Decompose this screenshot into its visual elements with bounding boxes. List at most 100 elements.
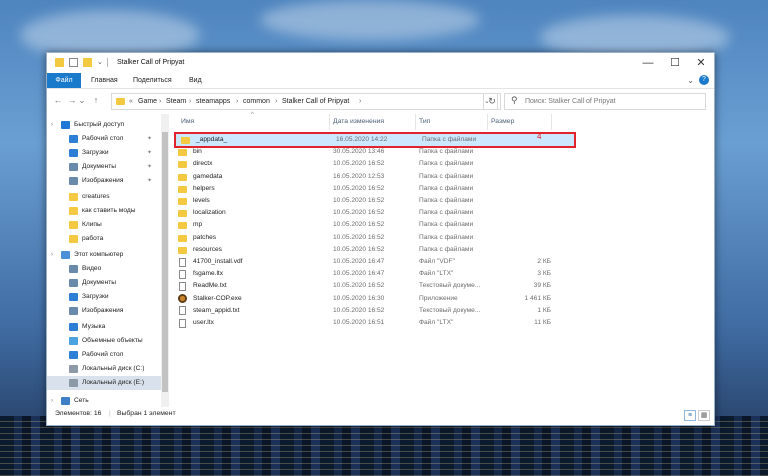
sidebar-item[interactable]: работа (47, 232, 161, 246)
file-row[interactable]: 41700_install.vdf 10.05.2020 16:47 Файл "V… (173, 256, 577, 268)
file-row[interactable]: _appdata_ 16.05.2020 14:22 Папка с файлами (174, 131, 576, 149)
sidebar-item[interactable]: Изображения (47, 304, 161, 318)
recent-locations-button[interactable]: ⌄ (78, 93, 86, 107)
column-header-date[interactable]: Дата изменения (329, 114, 416, 130)
folder-icon (178, 198, 187, 205)
properties-icon[interactable] (69, 58, 78, 67)
overflow-chevron-icon[interactable]: « (129, 94, 133, 109)
tab-view[interactable]: Вид (189, 73, 202, 88)
file-row[interactable]: patches 10.05.2020 16:52 Папка с файлами (173, 232, 577, 244)
sidebar-item[interactable]: Видео (47, 262, 161, 276)
file-row[interactable]: localization 10.05.2020 16:52 Папка с файл… (173, 207, 577, 219)
column-header-type[interactable]: Тип (415, 114, 488, 130)
minimize-button[interactable]: — (634, 53, 662, 73)
details-view-icon[interactable]: ≡ (684, 410, 696, 421)
up-button[interactable]: ↑ (89, 93, 103, 107)
file-row[interactable]: steam_appid.txt 10.05.2020 16:52 Текстовый… (173, 305, 577, 317)
sidebar-item[interactable]: Документы (47, 276, 161, 290)
customize-toolbar-icon[interactable]: ⌄ (97, 58, 106, 67)
file-row[interactable]: user.ltx 10.05.2020 16:51 Файл "LTX" 11 КБ (173, 317, 577, 329)
documents-icon (69, 279, 78, 287)
file-type: Папка с файлами (419, 184, 474, 192)
chevron-right-icon[interactable]: › (51, 118, 53, 132)
forward-button[interactable]: → (65, 93, 79, 107)
search-placeholder: Поиск: Stalker Call of Pripyat (525, 98, 616, 105)
sidebar-item[interactable]: Локальный диск (C:) (47, 362, 161, 376)
sidebar-item[interactable]: Рабочий стол ✦ (47, 132, 161, 146)
file-date: 10.05.2020 16:30 (333, 294, 385, 302)
chevron-right-icon[interactable]: › (51, 394, 53, 407)
folder-icon (55, 58, 64, 67)
folder-icon (178, 246, 187, 254)
breadcrumb-steam[interactable]: Steam (166, 94, 186, 109)
sort-ascending-icon: ^ (251, 112, 254, 118)
column-header-size[interactable]: Размер (487, 114, 552, 130)
file-date: 10.05.2020 16:52 (333, 306, 385, 314)
back-button[interactable]: ← (51, 93, 65, 107)
close-button[interactable]: ✕ (687, 53, 714, 73)
breadcrumb-current-folder[interactable]: Stalker Call of Pripyat (282, 94, 349, 109)
file-row[interactable]: ReadMe.txt 10.05.2020 16:52 Текстовый доку… (173, 280, 577, 292)
file-name: steam_appid.txt (193, 306, 240, 314)
sidebar-item[interactable]: creatures (47, 190, 161, 204)
sidebar-item[interactable]: Рабочий стол (47, 348, 161, 362)
file-size: 3 КБ (537, 270, 551, 278)
file-size: 1 КБ (537, 306, 551, 314)
navigation-scrollbar[interactable] (161, 114, 169, 407)
search-input[interactable]: ⚲ Поиск: Stalker Call of Pripyat (504, 93, 706, 110)
status-bar: Элементов: 16 | Выбран 1 элемент ≡ ▦ (47, 407, 714, 425)
file-row[interactable]: levels 10.05.2020 16:52 Папка с файлами (173, 195, 577, 207)
sidebar-item[interactable]: Клипы (47, 218, 161, 232)
file-type: Папка с файлами (419, 148, 474, 156)
refresh-button[interactable]: ↻ (483, 93, 501, 110)
file-row[interactable]: Stalker-COP.exe 10.05.2020 16:30 Приложени… (173, 293, 577, 305)
file-row[interactable]: directx 10.05.2020 16:52 Папка с файлами (173, 158, 577, 170)
breadcrumb-common[interactable]: common (243, 94, 270, 109)
file-row[interactable]: mp 10.05.2020 16:52 Папка с файлами (173, 219, 577, 231)
tab-home[interactable]: Главная (91, 73, 118, 88)
file-type: Приложение (419, 294, 458, 302)
file-type: Папка с файлами (419, 197, 474, 204)
maximize-button[interactable]: ☐ (661, 53, 689, 73)
chevron-right-icon[interactable]: › (51, 248, 53, 262)
title-bar[interactable]: ⌄ Stalker Call of Pripyat — ☐ ✕ (47, 53, 714, 73)
star-icon (61, 121, 70, 129)
download-icon (69, 293, 78, 301)
computer-icon (61, 251, 70, 259)
help-icon[interactable]: ? (699, 75, 709, 85)
new-folder-icon[interactable] (83, 58, 92, 67)
file-row[interactable]: fsgame.ltx 10.05.2020 16:47 Файл "LTX" 3 КБ (173, 268, 577, 280)
sidebar-item[interactable]: Загрузки ✦ (47, 146, 161, 160)
file-row[interactable]: bin 30.05.2020 13:46 Папка с файлами (173, 146, 577, 158)
tab-share[interactable]: Поделиться (133, 73, 172, 88)
sidebar-item-label: Клипы (82, 221, 102, 228)
file-row[interactable]: helpers 10.05.2020 16:52 Папка с файлами (173, 183, 577, 195)
file-type: Текстовый докуме... (419, 306, 481, 314)
sidebar-item[interactable]: › Быстрый доступ (47, 118, 161, 132)
drive-icon (69, 379, 78, 387)
sidebar-item[interactable]: как ставить моды (47, 204, 161, 218)
sidebar-item[interactable]: › Сеть (47, 394, 161, 407)
scrollbar-thumb[interactable] (162, 132, 168, 392)
tab-file[interactable]: Файл (47, 73, 81, 88)
file-type: Файл "VDF" (419, 258, 455, 265)
address-bar[interactable]: « Game › Steam › steamapps › common › St… (111, 93, 498, 110)
large-icons-view-icon[interactable]: ▦ (698, 410, 710, 421)
chevron-down-icon[interactable]: ⌄ (687, 76, 694, 85)
file-date: 10.05.2020 16:52 (333, 184, 385, 192)
sidebar-item[interactable]: Загрузки (47, 290, 161, 304)
file-row[interactable]: gamedata 16.05.2020 12:53 Папка с файлами (173, 171, 577, 183)
sidebar-item[interactable]: Локальный диск (E:) (47, 376, 161, 390)
sidebar-item-label: Этот компьютер (74, 251, 124, 258)
sidebar-item[interactable]: Музыка (47, 320, 161, 334)
sidebar-item[interactable]: Изображения ✦ (47, 174, 161, 188)
sidebar-item[interactable]: Документы ✦ (47, 160, 161, 174)
folder-icon (178, 234, 187, 242)
sidebar-item[interactable]: Объемные объекты (47, 334, 161, 348)
breadcrumb-steamapps[interactable]: steamapps (196, 94, 230, 109)
column-header-name[interactable]: Имя (179, 114, 330, 130)
breadcrumb-game[interactable]: Game (138, 94, 157, 109)
file-row[interactable]: resources 10.05.2020 16:52 Папка с файлами (173, 244, 577, 256)
sidebar-item[interactable]: › Этот компьютер (47, 248, 161, 262)
file-size: 39 КБ (533, 282, 551, 290)
